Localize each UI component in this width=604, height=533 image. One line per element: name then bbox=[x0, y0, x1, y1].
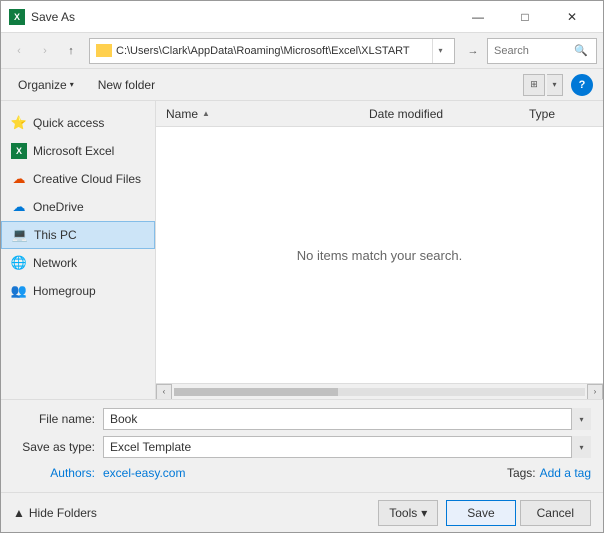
authors-label: Authors: bbox=[13, 466, 103, 480]
column-type[interactable]: Type bbox=[523, 107, 603, 121]
title-bar: X Save As — □ ✕ bbox=[1, 1, 603, 33]
hide-folders-icon: ▲ bbox=[13, 506, 25, 520]
savetype-input-wrap: ▾ bbox=[103, 436, 591, 458]
minimize-button[interactable]: — bbox=[455, 2, 501, 32]
sidebar-item-network[interactable]: 🌐 Network bbox=[1, 249, 155, 277]
hide-folders-label: Hide Folders bbox=[29, 506, 97, 520]
meta-row: Authors: excel-easy.com Tags: Add a tag bbox=[13, 464, 591, 486]
sidebar-item-creative-cloud[interactable]: ☁ Creative Cloud Files bbox=[1, 165, 155, 193]
organize-chevron-icon: ▾ bbox=[70, 80, 74, 89]
organize-label: Organize bbox=[18, 78, 67, 92]
tools-button[interactable]: Tools ▾ bbox=[378, 500, 438, 526]
back-button[interactable]: ‹ bbox=[7, 39, 31, 63]
view-dropdown-button[interactable]: ▾ bbox=[547, 74, 563, 96]
organize-button[interactable]: Organize ▾ bbox=[11, 74, 81, 96]
close-button[interactable]: ✕ bbox=[549, 2, 595, 32]
sidebar-item-label: Network bbox=[33, 256, 77, 270]
search-input[interactable] bbox=[494, 45, 574, 57]
save-form: File name: ▾ Save as type: ▾ Authors: ex… bbox=[1, 399, 603, 492]
sidebar-item-label: Microsoft Excel bbox=[33, 144, 114, 158]
creative-cloud-icon: ☁ bbox=[11, 171, 27, 187]
quick-access-icon: ⭐ bbox=[11, 115, 27, 131]
sidebar-item-label: This PC bbox=[34, 228, 77, 242]
savetype-dropdown-button[interactable]: ▾ bbox=[571, 436, 591, 458]
scroll-right-button[interactable]: › bbox=[587, 384, 603, 400]
search-box: 🔍 bbox=[487, 38, 597, 64]
file-list-header: Name ▲ Date modified Type bbox=[156, 101, 603, 127]
file-list: No items match your search. bbox=[156, 127, 603, 383]
sidebar-item-label: Quick access bbox=[33, 116, 104, 130]
view-controls: ⊞ ▾ bbox=[523, 74, 563, 96]
window-icon: X bbox=[9, 9, 25, 25]
window-controls: — □ ✕ bbox=[455, 2, 595, 32]
help-button[interactable]: ? bbox=[571, 74, 593, 96]
filename-dropdown-button[interactable]: ▾ bbox=[571, 408, 591, 430]
footer: ▲ Hide Folders Tools ▾ Save Cancel bbox=[1, 492, 603, 532]
col-date-label: Date modified bbox=[369, 107, 443, 121]
sidebar: ⭐ Quick access X Microsoft Excel ☁ Creat… bbox=[1, 101, 156, 399]
filename-label: File name: bbox=[13, 412, 103, 426]
this-pc-icon: 💻 bbox=[12, 227, 28, 243]
new-folder-label: New folder bbox=[98, 78, 155, 92]
col-type-label: Type bbox=[529, 107, 555, 121]
tags-label: Tags: bbox=[507, 466, 536, 480]
savetype-input[interactable] bbox=[103, 436, 591, 458]
search-icon: 🔍 bbox=[574, 44, 588, 57]
filename-row: File name: ▾ bbox=[13, 408, 591, 430]
tools-wrap: Tools ▾ Save Cancel bbox=[378, 500, 591, 526]
col-name-label: Name bbox=[166, 107, 198, 121]
window-title: Save As bbox=[31, 10, 455, 24]
tags-value[interactable]: Add a tag bbox=[540, 466, 591, 480]
maximize-button[interactable]: □ bbox=[502, 2, 548, 32]
folder-icon bbox=[96, 44, 112, 57]
path-text: C:\Users\Clark\AppData\Roaming\Microsoft… bbox=[116, 45, 432, 57]
filename-input[interactable] bbox=[103, 408, 591, 430]
path-dropdown-button[interactable]: ▾ bbox=[432, 39, 448, 63]
tools-label: Tools bbox=[389, 506, 417, 520]
network-icon: 🌐 bbox=[11, 255, 27, 271]
filename-input-wrap: ▾ bbox=[103, 408, 591, 430]
sidebar-item-label: Homegroup bbox=[33, 284, 96, 298]
file-area: Name ▲ Date modified Type No items match… bbox=[156, 101, 603, 399]
column-date[interactable]: Date modified bbox=[363, 107, 523, 121]
sidebar-item-onedrive[interactable]: ☁ OneDrive bbox=[1, 193, 155, 221]
up-button[interactable]: ↑ bbox=[59, 39, 83, 63]
no-items-message: No items match your search. bbox=[297, 248, 462, 263]
new-folder-button[interactable]: New folder bbox=[91, 74, 162, 96]
navigation-bar: ‹ › ↑ C:\Users\Clark\AppData\Roaming\Mic… bbox=[1, 33, 603, 69]
address-bar[interactable]: C:\Users\Clark\AppData\Roaming\Microsoft… bbox=[89, 38, 455, 64]
sidebar-item-this-pc[interactable]: 💻 This PC bbox=[1, 221, 155, 249]
sidebar-item-label: Creative Cloud Files bbox=[33, 172, 141, 186]
sidebar-item-quick-access[interactable]: ⭐ Quick access bbox=[1, 109, 155, 137]
microsoft-excel-icon: X bbox=[11, 143, 27, 159]
scroll-thumb bbox=[174, 388, 338, 396]
save-button[interactable]: Save bbox=[446, 500, 515, 526]
content-area: ⭐ Quick access X Microsoft Excel ☁ Creat… bbox=[1, 101, 603, 399]
horizontal-scrollbar[interactable]: ‹ › bbox=[156, 383, 603, 399]
forward-nav-button[interactable]: › bbox=[33, 39, 57, 63]
tools-arrow-icon: ▾ bbox=[421, 506, 427, 520]
toolbar: Organize ▾ New folder ⊞ ▾ ? bbox=[1, 69, 603, 101]
sidebar-item-homegroup[interactable]: 👥 Homegroup bbox=[1, 277, 155, 305]
navigate-forward-button[interactable]: → bbox=[461, 39, 485, 63]
scroll-left-button[interactable]: ‹ bbox=[156, 384, 172, 400]
column-name[interactable]: Name ▲ bbox=[156, 107, 363, 121]
scroll-track[interactable] bbox=[174, 388, 585, 396]
sidebar-item-microsoft-excel[interactable]: X Microsoft Excel bbox=[1, 137, 155, 165]
onedrive-icon: ☁ bbox=[11, 199, 27, 215]
cancel-button[interactable]: Cancel bbox=[520, 500, 591, 526]
authors-value[interactable]: excel-easy.com bbox=[103, 466, 185, 480]
view-button[interactable]: ⊞ bbox=[523, 74, 545, 96]
savetype-label: Save as type: bbox=[13, 440, 103, 454]
savetype-row: Save as type: ▾ bbox=[13, 436, 591, 458]
sidebar-item-label: OneDrive bbox=[33, 200, 84, 214]
homegroup-icon: 👥 bbox=[11, 283, 27, 299]
sort-arrow-icon: ▲ bbox=[202, 109, 210, 118]
hide-folders-button[interactable]: ▲ Hide Folders bbox=[13, 506, 97, 520]
